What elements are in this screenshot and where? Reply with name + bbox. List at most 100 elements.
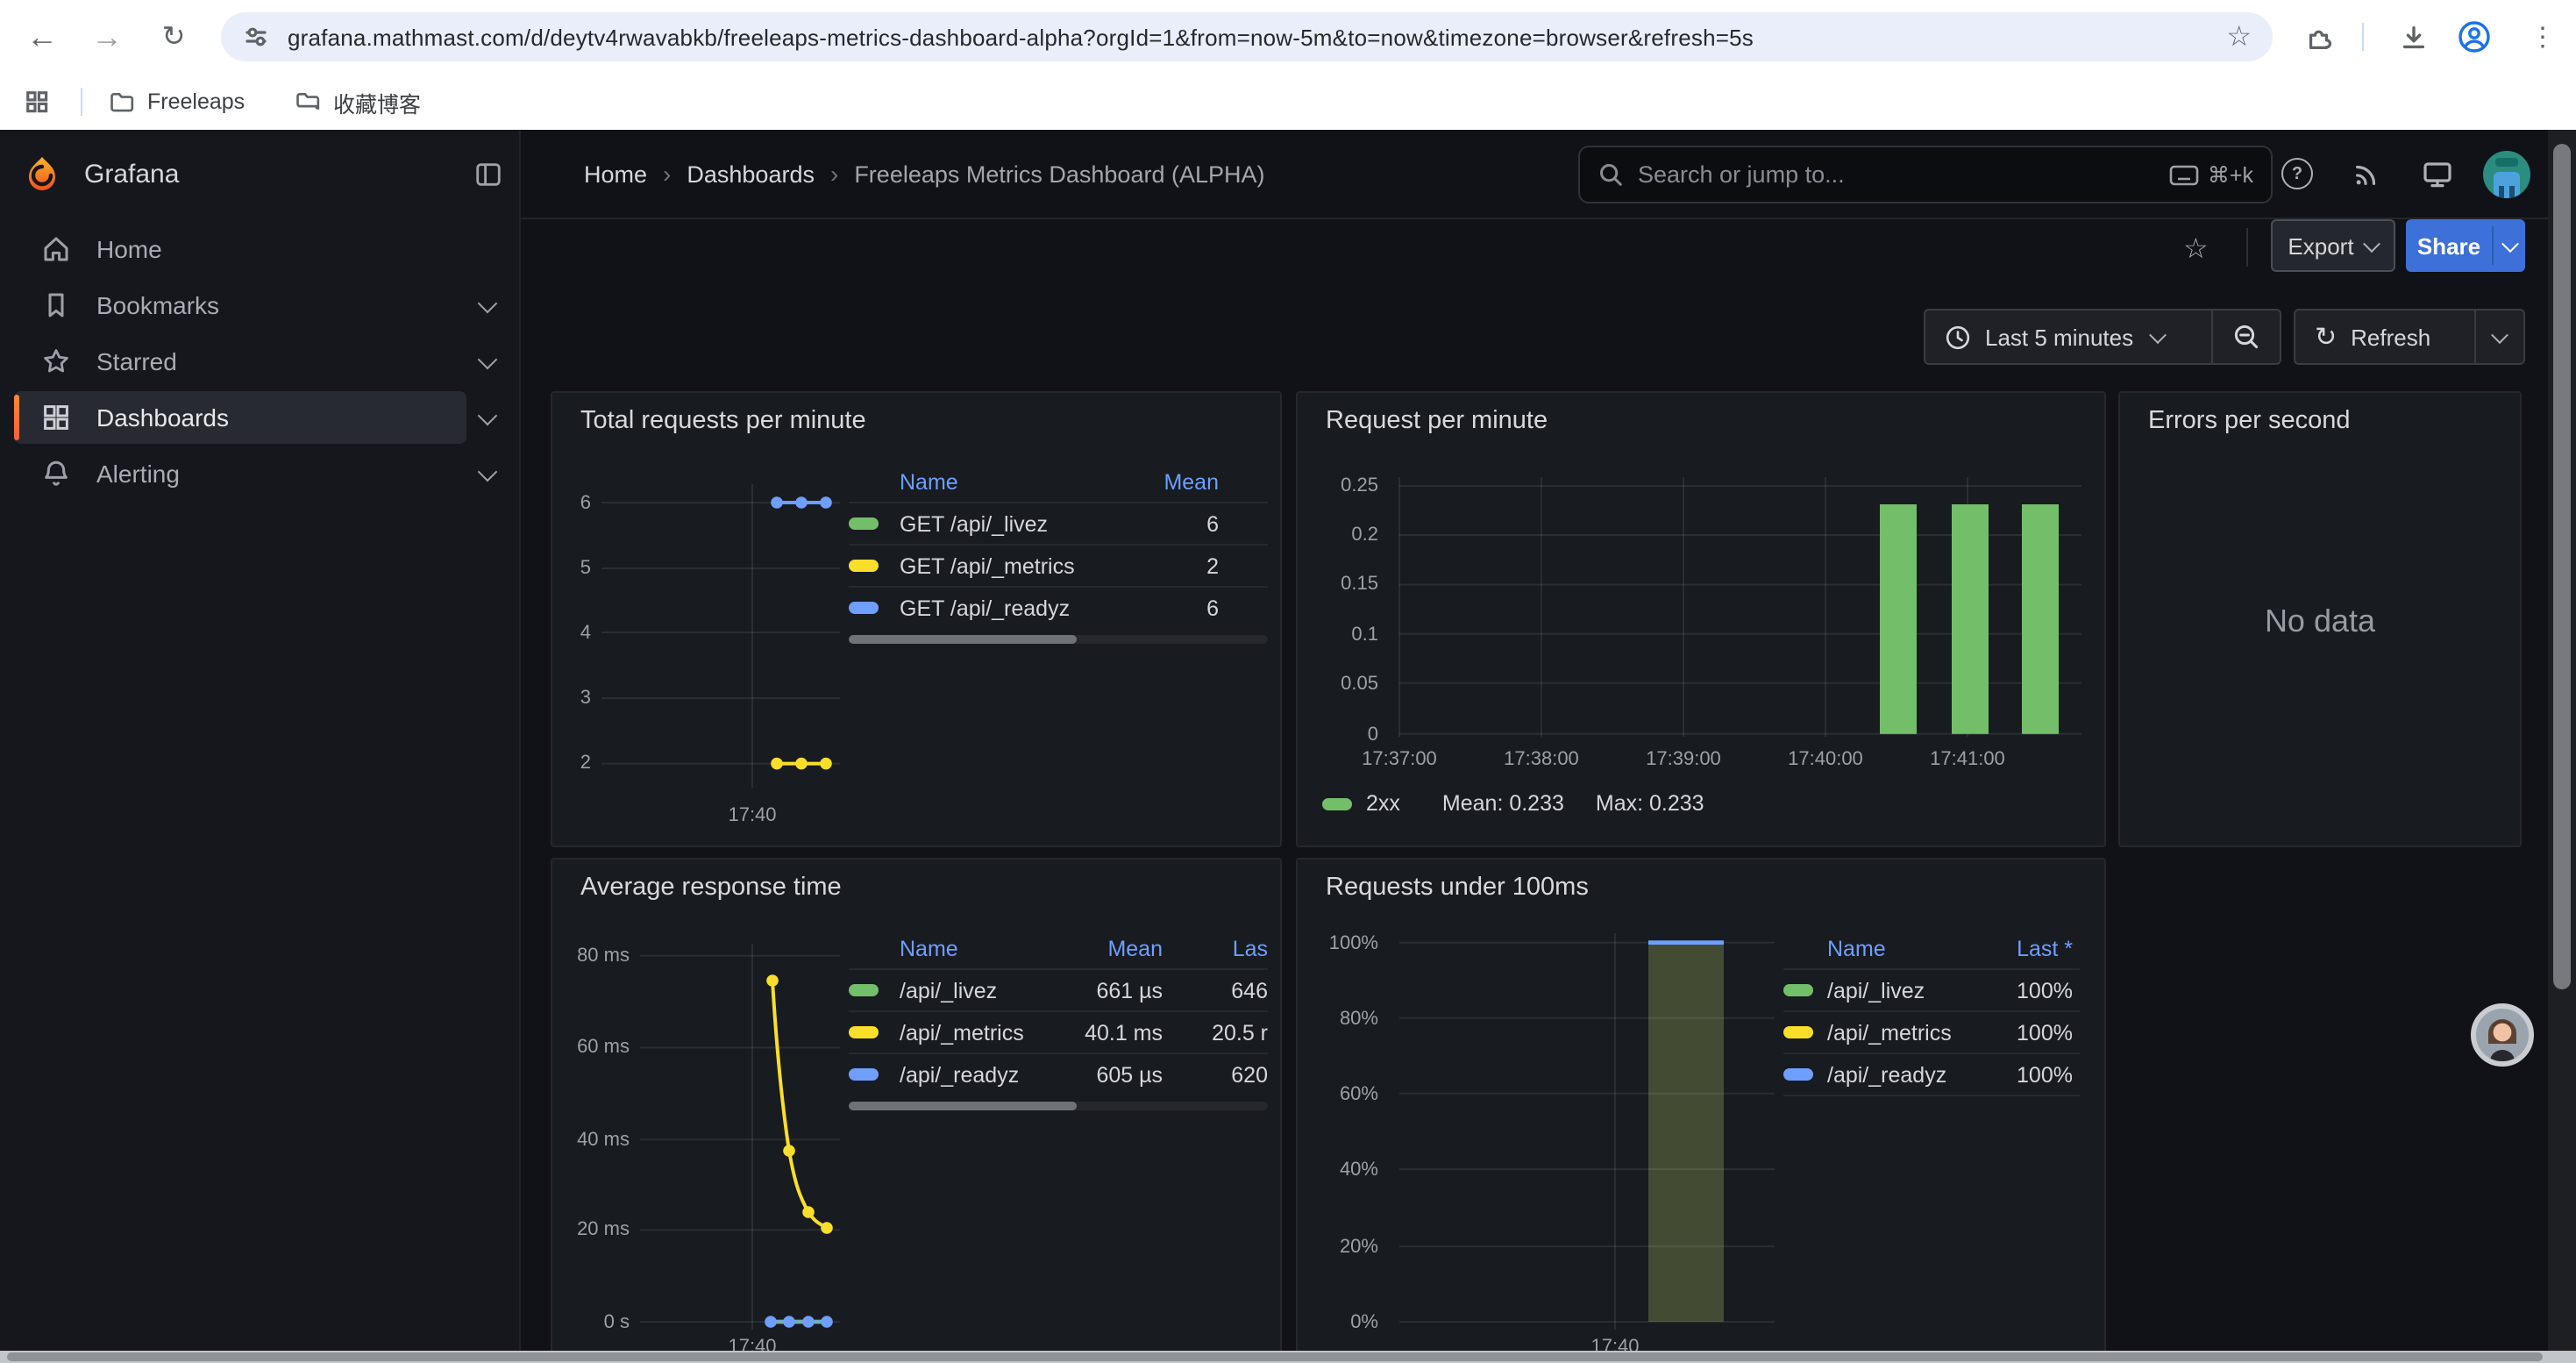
panel-total-requests-per-minute[interactable]: Total requests per minute 6 5 4 3 2 17:4…	[551, 391, 1282, 847]
refresh-icon: ↻	[2315, 321, 2337, 353]
export-button[interactable]: Export	[2271, 219, 2395, 272]
site-info-icon[interactable]	[242, 23, 270, 51]
series-mean: 40.1 ms	[1054, 1020, 1163, 1045]
legend-scrollbar[interactable]	[849, 635, 1268, 644]
legend-row[interactable]: /api/_livez 100%	[1783, 970, 2080, 1012]
legend-header: Name Mean	[849, 463, 1268, 503]
bookmark-icon	[40, 289, 72, 321]
legend-col-mean[interactable]: Mean	[1110, 470, 1268, 495]
legend-row[interactable]: /api/_metrics 100%	[1783, 1012, 2080, 1054]
panel-title[interactable]: Errors per second	[2148, 407, 2351, 435]
legend-row[interactable]: /api/_readyz 605 µs 620	[849, 1054, 1268, 1095]
series-color-pill	[1783, 984, 1813, 996]
refresh-button[interactable]: ↻ Refresh	[2295, 321, 2474, 353]
screen: ← → ↻ grafana.mathmast.com/d/deytv4rwava…	[0, 0, 2576, 1363]
series-name: GET /api/_livez	[900, 511, 1110, 536]
vertical-scrollbar-thumb[interactable]	[2553, 144, 2571, 989]
legend-row[interactable]: GET /api/_readyz 6	[849, 588, 1268, 628]
forward-icon[interactable]: →	[82, 12, 132, 61]
browser-menu-icon[interactable]: ⋮	[2518, 12, 2567, 61]
legend-col-name[interactable]: Name	[900, 937, 1054, 961]
sidebar-item-home[interactable]: Home	[14, 223, 466, 275]
legend-col-mean[interactable]: Mean	[1054, 937, 1163, 961]
user-avatar[interactable]	[2483, 151, 2530, 198]
horizontal-scrollbar-thumb[interactable]	[7, 1352, 2543, 1361]
breadcrumb-home[interactable]: Home	[584, 161, 647, 187]
screenshot-viewport: ← → ↻ grafana.mathmast.com/d/deytv4rwava…	[0, 0, 2576, 1363]
series-name: /api/_readyz	[1827, 1062, 1982, 1087]
news-rss-icon[interactable]	[2345, 153, 2387, 195]
chevron-down-icon[interactable]	[478, 294, 498, 314]
sidebar-item-alerting[interactable]: Alerting	[14, 447, 466, 500]
clock-icon	[1945, 324, 1971, 350]
avatar-illustration	[2476, 1009, 2529, 1061]
legend-row[interactable]: GET /api/_metrics 2	[849, 546, 1268, 588]
kiosk-monitor-icon[interactable]	[2416, 153, 2459, 195]
horizontal-scrollbar[interactable]	[0, 1351, 2576, 1363]
bookmark-label: Freeleaps	[147, 89, 245, 114]
legend-col-last[interactable]: Last *	[1982, 937, 2080, 961]
panel-average-response-time[interactable]: Average response time 80 ms 60 ms 40 ms …	[551, 858, 1282, 1363]
reload-icon[interactable]: ↻	[149, 12, 198, 61]
chevron-down-icon[interactable]	[478, 406, 498, 426]
series-color-pill	[849, 517, 879, 530]
sidebar-item-bookmarks[interactable]: Bookmarks	[14, 279, 466, 332]
extensions-icon[interactable]	[2294, 12, 2343, 61]
home-icon	[40, 233, 72, 265]
time-range-picker[interactable]: Last 5 minutes	[1925, 324, 2211, 350]
sidebar-item-dashboards[interactable]: Dashboards	[14, 391, 466, 444]
share-button-label[interactable]: Share	[2406, 219, 2492, 272]
address-bar[interactable]: grafana.mathmast.com/d/deytv4rwavabkb/fr…	[221, 12, 2273, 61]
sidebar: Home Bookmarks Starred	[0, 219, 521, 1363]
bookmark-folder-freeleaps[interactable]: Freeleaps	[109, 84, 245, 119]
series-color-pill	[1783, 1026, 1813, 1038]
search-shortcut: ⌘+k	[2169, 161, 2253, 188]
legend-col-last[interactable]: Las	[1177, 937, 1268, 961]
bookmark-star-icon[interactable]: ☆	[2226, 19, 2252, 54]
series-mean: 6	[1110, 596, 1268, 620]
back-icon[interactable]: ←	[18, 12, 67, 61]
legend-scrollbar[interactable]	[849, 1102, 1268, 1110]
refresh-interval-dropdown[interactable]	[2476, 331, 2523, 343]
series-last: 646	[1177, 978, 1268, 1003]
vertical-scrollbar[interactable]	[2548, 130, 2576, 1363]
chevron-down-icon[interactable]	[478, 462, 498, 482]
legend-table: Name Mean GET /api/_livez 6 GET /api/_me…	[849, 463, 1268, 628]
panel-errors-per-second[interactable]: Errors per second No data	[2118, 391, 2522, 847]
legend-row[interactable]: /api/_metrics 40.1 ms 20.5 r	[849, 1012, 1268, 1054]
profile-icon[interactable]	[2450, 12, 2499, 61]
avatar-graphic	[2499, 186, 2504, 198]
legend-row[interactable]: GET /api/_livez 6	[849, 503, 1268, 546]
bookmarks-bar: Freeleaps 收藏博客	[0, 74, 2576, 132]
share-button[interactable]: Share	[2406, 219, 2525, 272]
legend-header: Name Mean Las	[849, 930, 1268, 970]
grafana-logo[interactable]	[23, 154, 61, 193]
panel-requests-under-100ms[interactable]: Requests under 100ms 100% 80% 60% 40% 20…	[1296, 858, 2106, 1363]
legend-row[interactable]: /api/_livez 661 µs 646	[849, 970, 1268, 1012]
legend[interactable]: 2xx Mean: 0.233 Max: 0.233	[1322, 791, 1704, 816]
floating-assistant-avatar[interactable]	[2471, 1003, 2534, 1067]
url-text[interactable]: grafana.mathmast.com/d/deytv4rwavabkb/fr…	[288, 24, 2212, 50]
chevron-down-icon[interactable]	[478, 350, 498, 370]
sidebar-collapse-icon[interactable]	[473, 160, 503, 189]
series-max: Max: 0.233	[1596, 791, 1704, 816]
sidebar-item-starred[interactable]: Starred	[14, 335, 466, 388]
panel-request-per-minute[interactable]: Request per minute 0.25 0.2 0.15 0.1 0.0…	[1296, 391, 2106, 847]
sidebar-header: Grafana	[0, 130, 521, 219]
series-color-pill	[1783, 1068, 1813, 1081]
search-input[interactable]: Search or jump to... ⌘+k	[1578, 146, 2273, 203]
share-menu-chevron[interactable]	[2494, 219, 2525, 272]
sidebar-item-label: Alerting	[96, 460, 180, 488]
download-icon[interactable]	[2388, 12, 2437, 61]
apps-grid-icon[interactable]	[25, 84, 49, 119]
legend-col-name[interactable]: Name	[900, 470, 1110, 495]
favorite-dashboard-star-icon[interactable]: ☆	[2183, 232, 2209, 267]
dashboards-grid-icon	[40, 402, 72, 433]
legend-col-name[interactable]: Name	[1827, 937, 1982, 961]
legend-row[interactable]: /api/_readyz 100%	[1783, 1054, 2080, 1096]
help-icon[interactable]: ?	[2276, 153, 2318, 195]
zoom-out-button[interactable]	[2213, 323, 2280, 351]
time-range-group: Last 5 minutes	[1924, 309, 2281, 365]
breadcrumb-dashboards[interactable]: Dashboards	[687, 161, 815, 187]
bookmark-folder-blogs[interactable]: 收藏博客	[295, 84, 421, 119]
